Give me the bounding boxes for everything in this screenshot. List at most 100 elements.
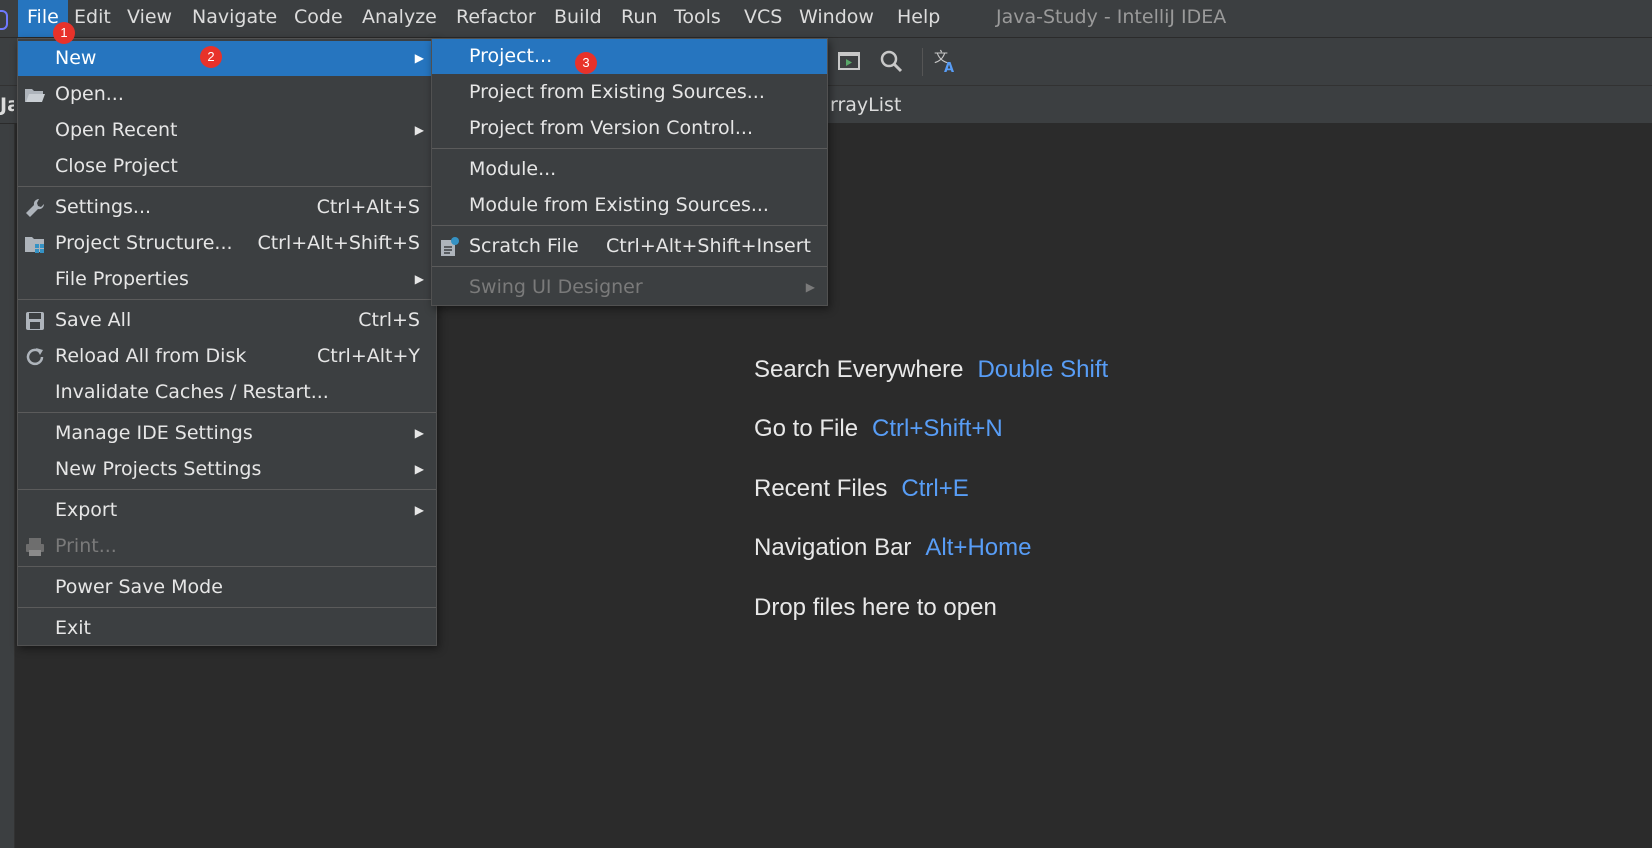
menu-item-file-properties[interactable]: File Properties ▶ bbox=[18, 262, 436, 297]
menu-view[interactable]: View bbox=[118, 0, 181, 37]
menu-tools[interactable]: Tools bbox=[665, 0, 730, 37]
window-title: Java-Study - IntelliJ IDEA bbox=[996, 6, 1227, 28]
menu-item-exit[interactable]: Exit bbox=[18, 611, 436, 646]
menu-item-settings[interactable]: Settings... Ctrl+Alt+S bbox=[18, 190, 436, 225]
menu-item-power-save-mode[interactable]: Power Save Mode bbox=[18, 570, 436, 605]
search-icon[interactable] bbox=[878, 48, 904, 74]
menu-bar: File Edit View Navigate Code Analyze Ref… bbox=[0, 0, 1652, 38]
menu-item-open-recent[interactable]: Open Recent ▶ bbox=[18, 113, 436, 148]
menu-analyze[interactable]: Analyze bbox=[353, 0, 446, 37]
menu-window[interactable]: Window bbox=[790, 0, 883, 37]
translate-icon[interactable]: 文 A bbox=[933, 48, 959, 74]
menu-item-shortcut: Ctrl+S bbox=[358, 309, 420, 331]
menu-item-print: Print... bbox=[18, 529, 436, 564]
hint-shortcut: Double Shift bbox=[977, 356, 1109, 383]
submenu-arrow-icon: ▶ bbox=[414, 462, 424, 476]
menu-build[interactable]: Build bbox=[545, 0, 611, 37]
hint-search-everywhere: Search Everywhere Double Shift bbox=[754, 356, 1108, 384]
menu-item-label: Module... bbox=[469, 158, 557, 180]
menu-item-shortcut: Ctrl+Alt+Y bbox=[317, 345, 420, 367]
submenu-item-project-from-vcs[interactable]: Project from Version Control... bbox=[432, 111, 827, 146]
printer-icon bbox=[26, 538, 44, 556]
menu-item-new-projects-settings[interactable]: New Projects Settings ▶ bbox=[18, 452, 436, 487]
svg-text:A: A bbox=[944, 61, 954, 74]
menu-item-label: New Projects Settings bbox=[55, 458, 262, 480]
hint-label: Drop files here to open bbox=[754, 594, 997, 621]
folder-open-icon bbox=[25, 89, 45, 102]
hint-shortcut: Ctrl+E bbox=[901, 475, 969, 502]
menu-separator bbox=[432, 225, 827, 226]
menu-item-label: New bbox=[55, 47, 97, 69]
submenu-item-module[interactable]: Module... bbox=[432, 152, 827, 187]
left-tool-strip bbox=[0, 124, 15, 848]
menu-item-project-structure[interactable]: Project Structure... Ctrl+Alt+Shift+S bbox=[18, 226, 436, 261]
menu-item-label: Exit bbox=[55, 617, 91, 639]
menu-item-label: Module from Existing Sources... bbox=[469, 194, 769, 216]
hint-label: Recent Files bbox=[754, 475, 888, 502]
menu-separator bbox=[18, 607, 436, 608]
menu-item-label: Print... bbox=[55, 535, 117, 557]
menu-item-shortcut: Ctrl+Alt+S bbox=[316, 196, 420, 218]
menu-item-reload-all[interactable]: Reload All from Disk Ctrl+Alt+Y bbox=[18, 339, 436, 374]
menu-item-label: Settings... bbox=[55, 196, 152, 218]
hint-label: Go to File bbox=[754, 415, 859, 442]
menu-item-new[interactable]: New ▶ bbox=[18, 41, 436, 76]
menu-item-label: Project from Version Control... bbox=[469, 117, 754, 139]
menu-run[interactable]: Run bbox=[612, 0, 666, 37]
file-menu: New ▶ Open... Open Recent ▶ Close Projec… bbox=[17, 38, 437, 646]
menu-item-save-all[interactable]: Save All Ctrl+S bbox=[18, 303, 436, 338]
menu-item-close-project[interactable]: Close Project bbox=[18, 149, 436, 184]
submenu-arrow-icon: ▶ bbox=[414, 123, 424, 137]
submenu-item-module-from-existing-sources[interactable]: Module from Existing Sources... bbox=[432, 188, 827, 223]
hint-drop-files: Drop files here to open bbox=[754, 594, 997, 622]
step-badge-2: 2 bbox=[200, 46, 222, 68]
menu-item-open[interactable]: Open... bbox=[18, 77, 436, 112]
nav-breadcrumb[interactable]: rrayList bbox=[830, 86, 901, 124]
menu-item-label: Export bbox=[55, 499, 118, 521]
submenu-arrow-icon: ▶ bbox=[805, 280, 815, 294]
new-submenu: Project... Project from Existing Sources… bbox=[431, 38, 828, 306]
project-name-crumb[interactable]: Ja bbox=[0, 86, 14, 124]
submenu-arrow-icon: ▶ bbox=[414, 51, 424, 65]
menu-item-label: Swing UI Designer bbox=[469, 276, 643, 298]
menu-item-manage-ide-settings[interactable]: Manage IDE Settings ▶ bbox=[18, 416, 436, 451]
menu-item-shortcut: Ctrl+Alt+Shift+Insert bbox=[606, 235, 811, 257]
menu-code[interactable]: Code bbox=[285, 0, 352, 37]
menu-item-label: Power Save Mode bbox=[55, 576, 223, 598]
hint-shortcut: Ctrl+Shift+N bbox=[872, 415, 1003, 442]
submenu-item-scratch-file[interactable]: Scratch File Ctrl+Alt+Shift+Insert bbox=[432, 229, 827, 264]
menu-item-label: Open... bbox=[55, 83, 124, 105]
project-structure-icon bbox=[25, 237, 44, 253]
wrench-icon bbox=[26, 198, 45, 217]
menu-item-label: File Properties bbox=[55, 268, 189, 290]
menu-item-invalidate-caches[interactable]: Invalidate Caches / Restart... bbox=[18, 375, 436, 410]
menu-separator bbox=[18, 412, 436, 413]
menu-separator bbox=[18, 566, 436, 567]
menu-help[interactable]: Help bbox=[888, 0, 949, 37]
menu-separator bbox=[18, 489, 436, 490]
menu-separator bbox=[18, 299, 436, 300]
menu-item-export[interactable]: Export ▶ bbox=[18, 493, 436, 528]
menu-navigate[interactable]: Navigate bbox=[183, 0, 286, 37]
menu-separator bbox=[432, 266, 827, 267]
submenu-arrow-icon: ▶ bbox=[414, 503, 424, 517]
menu-item-label: Open Recent bbox=[55, 119, 178, 141]
menu-item-label: Project Structure... bbox=[55, 232, 233, 254]
refresh-icon bbox=[26, 348, 44, 366]
run-console-icon[interactable] bbox=[836, 48, 862, 74]
intellij-logo-icon bbox=[0, 10, 8, 30]
hint-label: Navigation Bar bbox=[754, 534, 912, 561]
toolbar-separator bbox=[922, 48, 923, 76]
menu-vcs[interactable]: VCS bbox=[735, 0, 791, 37]
submenu-item-project[interactable]: Project... bbox=[432, 39, 827, 74]
submenu-item-project-from-existing-sources[interactable]: Project from Existing Sources... bbox=[432, 75, 827, 110]
save-icon bbox=[26, 312, 44, 330]
menu-item-label: Scratch File bbox=[469, 235, 579, 257]
menu-item-label: Close Project bbox=[55, 155, 178, 177]
menu-item-label: Project... bbox=[469, 45, 553, 67]
menu-refactor[interactable]: Refactor bbox=[447, 0, 545, 37]
hint-go-to-file: Go to File Ctrl+Shift+N bbox=[754, 415, 1003, 443]
submenu-item-swing-ui-designer: Swing UI Designer ▶ bbox=[432, 270, 827, 305]
hint-recent-files: Recent Files Ctrl+E bbox=[754, 475, 969, 503]
hint-shortcut: Alt+Home bbox=[925, 534, 1032, 561]
